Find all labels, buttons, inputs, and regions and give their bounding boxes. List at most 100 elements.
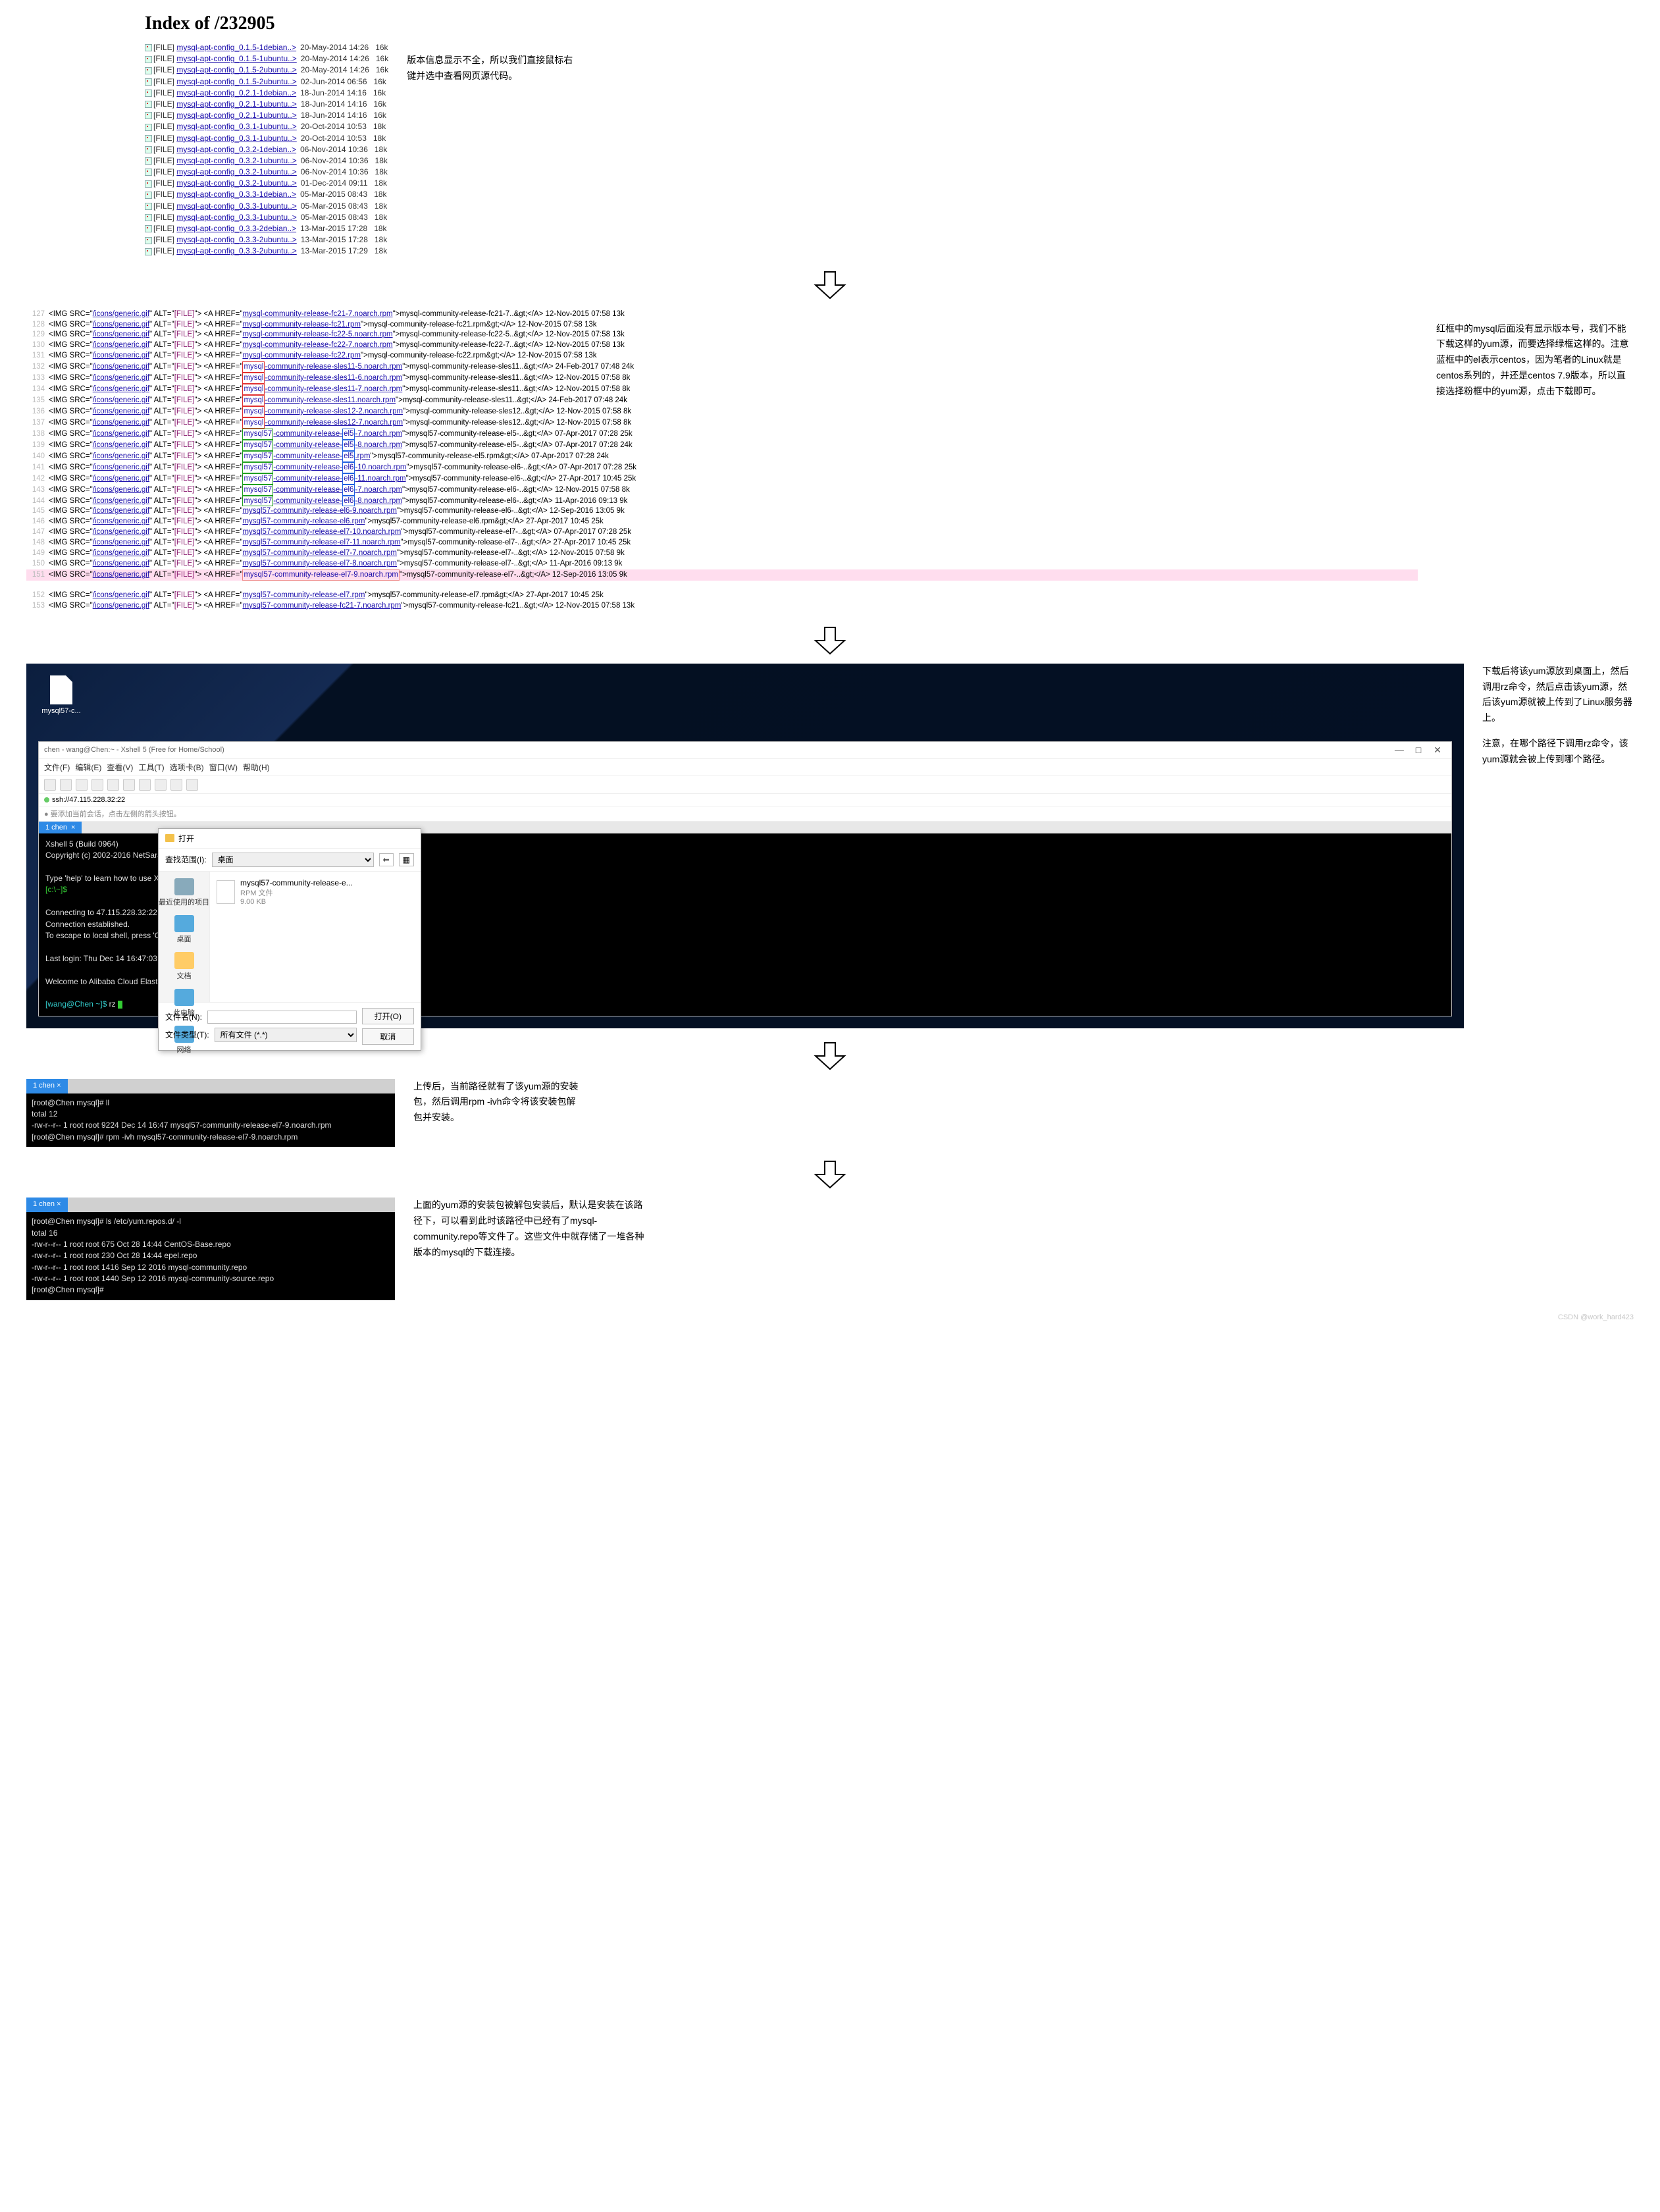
file-icon	[145, 124, 152, 131]
dialog-title: 打开	[178, 833, 194, 844]
file-link[interactable]: mysql-apt-config_0.3.2-1ubuntu..>	[176, 178, 296, 188]
file-link[interactable]: mysql-apt-config_0.3.2-1ubuntu..>	[176, 167, 296, 176]
menu-item[interactable]: 工具(T)	[138, 763, 164, 772]
file-icon	[145, 169, 152, 176]
file-link[interactable]: mysql-apt-config_0.3.3-2ubuntu..>	[176, 235, 296, 244]
file-icon	[145, 90, 152, 97]
window-title: chen - wang@Chen:~ - Xshell 5 (Free for …	[44, 746, 224, 754]
terminal-block: 1 chen × [root@Chen mysql]# ls /etc/yum.…	[26, 1198, 395, 1300]
toolbar-button[interactable]	[91, 779, 103, 791]
file-size: 9.00 KB	[240, 898, 353, 906]
status-dot-icon	[44, 797, 49, 803]
file-icon	[145, 225, 152, 232]
toolbar-button[interactable]	[186, 779, 198, 791]
dialog-file-list[interactable]: mysql57-community-release-e... RPM 文件 9.…	[210, 872, 421, 1002]
file-label: mysql57-c...	[38, 707, 84, 715]
menu-item[interactable]: 选项卡(B)	[170, 763, 204, 772]
file-link[interactable]: mysql-apt-config_0.3.1-1ubuntu..>	[176, 122, 296, 131]
toolbar-button[interactable]	[139, 779, 151, 791]
watermark: CSDN @work_hard423	[26, 1313, 1634, 1321]
toolbar-button[interactable]	[60, 779, 72, 791]
annotation-text: 下载后将该yum源放到桌面上，然后调用rz命令，然后点击该yum源，然后该yum…	[1482, 664, 1634, 726]
file-type: RPM 文件	[240, 887, 353, 898]
file-icon	[145, 78, 152, 86]
file-icon	[217, 880, 235, 904]
sidebar-item[interactable]: 最近使用的项目	[159, 878, 209, 907]
lookin-label: 查找范围(I):	[165, 854, 207, 865]
close-tab-icon[interactable]: ×	[71, 824, 75, 831]
terminal-block: 1 chen × [root@Chen mysql]# lltotal 12-r…	[26, 1079, 395, 1147]
menu-item[interactable]: 文件(F)	[44, 763, 70, 772]
folder-icon	[165, 834, 174, 842]
file-icon	[145, 56, 152, 63]
file-link[interactable]: mysql-apt-config_0.1.5-2ubuntu..>	[176, 65, 296, 74]
address-bar[interactable]: ssh://47.115.228.32:22	[39, 794, 1451, 806]
dialog-sidebar: 最近使用的项目桌面文档此电脑网络	[159, 872, 210, 1002]
session-tab[interactable]: 1 chen×	[39, 822, 82, 833]
nav-button[interactable]: ▦	[399, 853, 414, 866]
file-icon	[145, 146, 152, 153]
terminal[interactable]: [root@Chen mysql]# lltotal 12-rw-r--r-- …	[26, 1093, 395, 1147]
file-name: mysql57-community-release-e...	[240, 878, 353, 887]
session-tab[interactable]: 1 chen ×	[26, 1079, 68, 1093]
menu-item[interactable]: 帮助(H)	[243, 763, 270, 772]
file-icon	[50, 675, 72, 704]
menu-item[interactable]: 窗口(W)	[209, 763, 238, 772]
sidebar-item[interactable]: 桌面	[174, 915, 194, 944]
hint-bar: ● 要添加当前会话，点击左侧的箭头按钮。	[39, 806, 1451, 822]
file-link[interactable]: mysql-apt-config_0.3.1-1ubuntu..>	[176, 134, 296, 143]
file-link[interactable]: mysql-apt-config_0.2.1-1debian..>	[176, 88, 296, 97]
annotation-text: 红框中的mysql后面没有显示版本号，我们不能下载这样的yum源，而要选择绿框这…	[1436, 321, 1634, 400]
sidebar-item[interactable]: 文档	[174, 952, 194, 981]
file-icon	[145, 44, 152, 51]
session-tab[interactable]: 1 chen ×	[26, 1198, 68, 1212]
file-icon	[145, 180, 152, 188]
menubar: 文件(F) 编辑(E) 查看(V) 工具(T) 选项卡(B) 窗口(W) 帮助(H)	[39, 759, 1451, 776]
file-icon	[145, 135, 152, 142]
open-button[interactable]: 打开(O)	[362, 1008, 414, 1024]
toolbar-button[interactable]	[44, 779, 56, 791]
file-link[interactable]: mysql-apt-config_0.3.3-2ubuntu..>	[176, 246, 296, 255]
window-titlebar: chen - wang@Chen:~ - Xshell 5 (Free for …	[39, 742, 1451, 759]
file-link[interactable]: mysql-apt-config_0.3.3-1ubuntu..>	[176, 213, 296, 222]
file-link[interactable]: mysql-apt-config_0.1.5-1ubuntu..>	[176, 54, 296, 63]
file-icon	[145, 248, 152, 255]
file-icon	[145, 67, 152, 74]
maximize-button[interactable]: □	[1410, 745, 1427, 755]
file-link[interactable]: mysql-apt-config_0.2.1-1ubuntu..>	[176, 111, 296, 120]
file-link[interactable]: mysql-apt-config_0.1.5-2ubuntu..>	[176, 77, 296, 86]
cancel-button[interactable]: 取消	[362, 1028, 414, 1045]
file-link[interactable]: mysql-apt-config_0.1.5-1debian..>	[176, 43, 296, 52]
toolbar-button[interactable]	[170, 779, 182, 791]
file-link[interactable]: mysql-apt-config_0.2.1-1ubuntu..>	[176, 99, 296, 109]
minimize-button[interactable]: —	[1391, 745, 1408, 755]
terminal[interactable]: [root@Chen mysql]# ls /etc/yum.repos.d/ …	[26, 1212, 395, 1300]
lookin-select[interactable]: 桌面	[212, 853, 374, 867]
annotation-text: 上面的yum源的安装包被解包安装后，默认是安装在该路径下，可以看到此时该路径中已…	[413, 1198, 650, 1260]
down-arrow-icon	[26, 271, 1634, 302]
menu-item[interactable]: 查看(V)	[107, 763, 133, 772]
filetype-select[interactable]: 所有文件 (*.*)	[215, 1028, 357, 1042]
close-button[interactable]: ✕	[1429, 745, 1446, 756]
down-arrow-icon	[26, 1160, 1634, 1191]
toolbar-button[interactable]	[123, 779, 135, 791]
menu-item[interactable]: 编辑(E)	[75, 763, 101, 772]
file-link[interactable]: mysql-apt-config_0.3.2-1debian..>	[176, 145, 296, 154]
file-link[interactable]: mysql-apt-config_0.3.3-1ubuntu..>	[176, 201, 296, 211]
toolbar-button[interactable]	[107, 779, 119, 791]
file-link[interactable]: mysql-apt-config_0.3.3-1debian..>	[176, 190, 296, 199]
file-icon	[145, 203, 152, 210]
file-link[interactable]: mysql-apt-config_0.3.2-1ubuntu..>	[176, 156, 296, 165]
toolbar	[39, 776, 1451, 794]
file-icon	[145, 192, 152, 199]
desktop-file-icon[interactable]: mysql57-c...	[38, 675, 84, 715]
filename-input[interactable]	[207, 1011, 357, 1024]
toolbar-button[interactable]	[76, 779, 88, 791]
file-item[interactable]: mysql57-community-release-e... RPM 文件 9.…	[217, 878, 414, 906]
file-icon	[145, 157, 152, 165]
page-title: Index of /232905	[145, 13, 388, 34]
file-link[interactable]: mysql-apt-config_0.3.3-2debian..>	[176, 224, 296, 233]
file-index-list: [FILE] mysql-apt-config_0.1.5-1debian..>…	[145, 42, 388, 257]
toolbar-button[interactable]	[155, 779, 167, 791]
nav-button[interactable]: ⇐	[379, 853, 394, 866]
